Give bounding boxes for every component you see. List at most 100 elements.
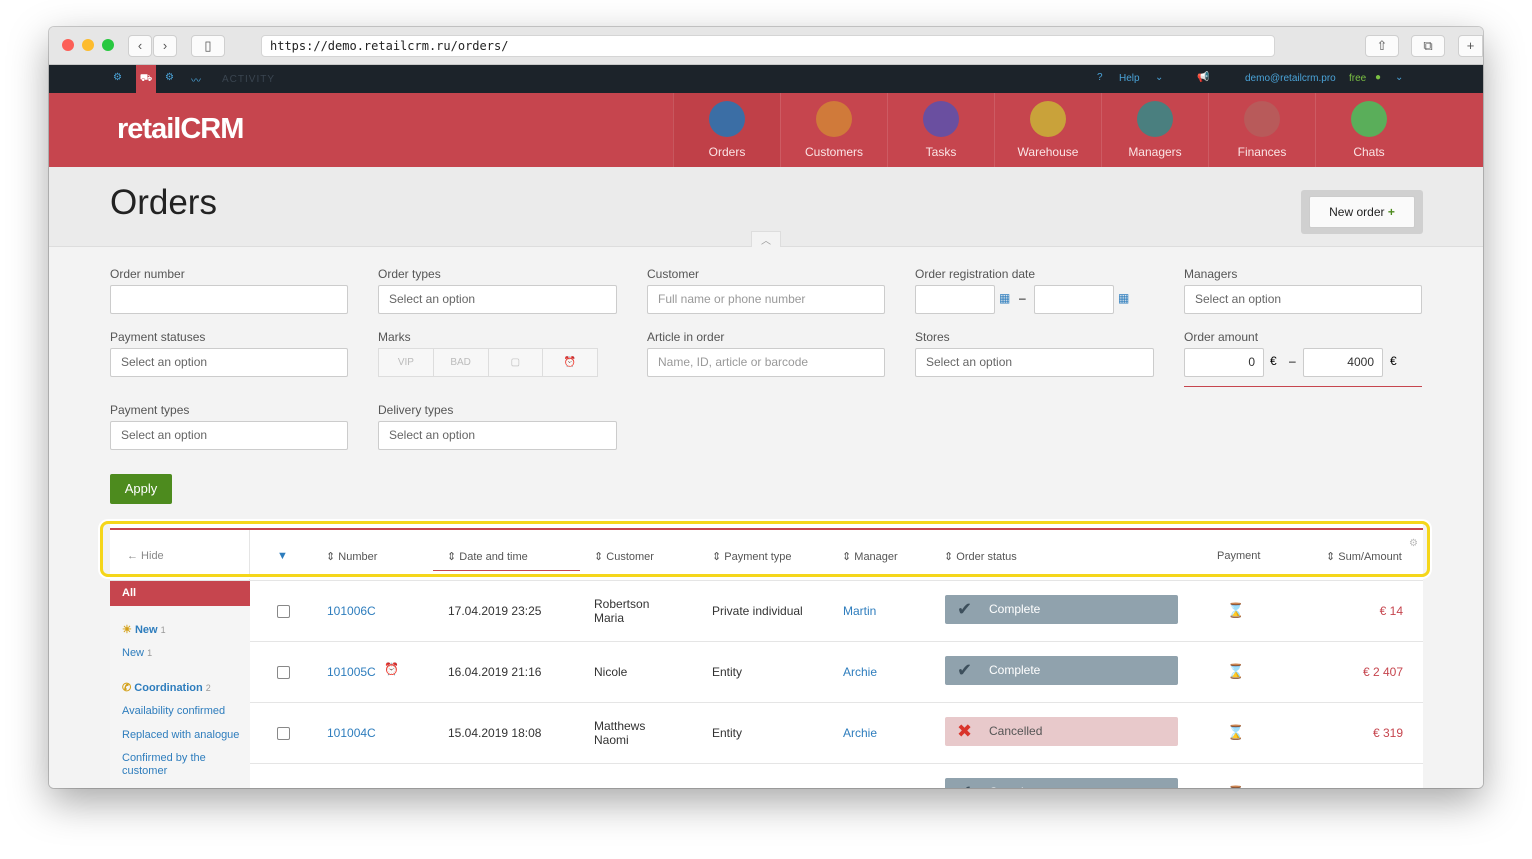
gear-icon[interactable]: ⚙: [113, 72, 122, 83]
vip-mark-toggle[interactable]: VIP: [379, 349, 434, 376]
status-badge[interactable]: ✔ Complete: [945, 595, 1178, 624]
table-row[interactable]: 101004C 15.04.2019 18:08 Matthews Naomi Ent…: [250, 703, 1423, 764]
date-from-input[interactable]: [915, 285, 995, 314]
settings-icon[interactable]: ⚙: [165, 72, 174, 83]
user-email[interactable]: demo@retailcrm.pro: [1245, 73, 1336, 84]
hourglass-icon[interactable]: ⌛: [1227, 663, 1244, 680]
customer-name[interactable]: Robertson Maria: [594, 597, 674, 625]
share-icon[interactable]: ⇧: [1365, 35, 1399, 57]
status-badge[interactable]: ✖ Cancelled: [945, 717, 1178, 746]
sidebar-group-new[interactable]: ☀ New 1: [122, 623, 166, 636]
sidebar-item-new-label: New: [122, 647, 145, 659]
tabs-icon[interactable]: ⧉: [1411, 35, 1445, 57]
table-row[interactable]: 101005C ⏰ 16.04.2019 21:16 Nicole Entity Arch…: [250, 642, 1423, 703]
table-row[interactable]: 101003C 14.04.2019 16:44 Allen Kirsty Priva…: [250, 764, 1423, 788]
amount-from-input[interactable]: 0: [1184, 348, 1264, 377]
order-sum: € 14: [1379, 604, 1403, 618]
check-icon: ✔: [957, 778, 972, 788]
payment-types-select[interactable]: Select an option: [110, 421, 348, 450]
stores-select[interactable]: Select an option: [915, 348, 1154, 377]
payment-statuses-select[interactable]: Select an option: [110, 348, 348, 377]
order-number-label: Order number: [110, 267, 185, 281]
sidebar-item-confirmed[interactable]: Confirmed by the customer: [122, 752, 247, 778]
url-bar[interactable]: https://demo.retailcrm.ru/orders/: [261, 35, 1275, 57]
megaphone-icon[interactable]: 📢: [1197, 72, 1209, 83]
chart-icon[interactable]: 〰: [191, 72, 201, 87]
help-link[interactable]: Help: [1119, 73, 1140, 84]
nav-item-finances[interactable]: Finances: [1208, 93, 1315, 167]
order-types-select[interactable]: Select an option: [378, 285, 617, 314]
forward-button[interactable]: ›: [153, 35, 177, 57]
chevron-down-icon[interactable]: ⌄: [1395, 72, 1403, 83]
activity-label[interactable]: ACTIVITY: [222, 74, 275, 85]
sidebar-item-all[interactable]: All: [110, 581, 250, 606]
calendar-icon[interactable]: ▦: [1118, 291, 1129, 305]
new-order-button[interactable]: New order +: [1309, 196, 1415, 228]
nav-item-tasks[interactable]: Tasks: [887, 93, 994, 167]
note-icon[interactable]: ▢: [489, 349, 544, 376]
help-icon[interactable]: ?: [1097, 72, 1103, 83]
person-icon: [816, 101, 852, 137]
date-to-input[interactable]: [1034, 285, 1114, 314]
back-button[interactable]: ‹: [128, 35, 152, 57]
customer-name[interactable]: Nicole: [594, 665, 674, 679]
table-row[interactable]: 101006C 17.04.2019 23:25 Robertson Maria Pr…: [250, 581, 1423, 642]
manager-link[interactable]: Karl: [843, 787, 864, 788]
hourglass-icon[interactable]: ⌛: [1227, 724, 1244, 741]
sidebar-item-replaced[interactable]: Replaced with analogue: [122, 729, 239, 741]
order-number-link[interactable]: 101003C: [327, 787, 376, 788]
chevron-down-icon[interactable]: ⌄: [1155, 72, 1163, 83]
amount-to-input[interactable]: 4000: [1303, 348, 1383, 377]
logo[interactable]: retailCRM: [117, 113, 244, 146]
customer-name[interactable]: Matthews Naomi: [594, 719, 674, 747]
minimize-window-button[interactable]: [82, 39, 94, 51]
sidebar-toggle-icon[interactable]: ▯: [191, 35, 225, 57]
collapse-icon[interactable]: ︿: [751, 231, 781, 247]
order-number-link[interactable]: 101004C: [327, 726, 376, 740]
status-badge[interactable]: ✔ Complete: [945, 656, 1178, 685]
order-types-label: Order types: [378, 267, 441, 281]
nav-item-orders[interactable]: Orders: [673, 93, 780, 167]
manager-link[interactable]: Archie: [843, 665, 877, 679]
customer-input[interactable]: Full name or phone number: [647, 285, 885, 314]
row-checkbox[interactable]: [277, 605, 290, 618]
sidebar-item-new[interactable]: New 1: [122, 647, 152, 659]
manager-link[interactable]: Archie: [843, 726, 877, 740]
nav-item-warehouse[interactable]: Warehouse: [994, 93, 1101, 167]
highlight-frame: [100, 521, 1430, 577]
order-number-link[interactable]: 101006C: [327, 604, 376, 618]
manager-link[interactable]: Martin: [843, 604, 876, 618]
nav-item-customers[interactable]: Customers: [780, 93, 887, 167]
reg-date-label: Order registration date: [915, 267, 1036, 281]
alarm-icon[interactable]: ⏰: [384, 662, 399, 676]
row-checkbox[interactable]: [277, 666, 290, 679]
hourglass-icon[interactable]: ⌛: [1227, 602, 1244, 619]
alarm-icon[interactable]: ⏰: [543, 349, 597, 376]
close-window-button[interactable]: [62, 39, 74, 51]
order-sum: € 2 407: [1362, 665, 1403, 679]
maximize-window-button[interactable]: [102, 39, 114, 51]
nav-item-managers[interactable]: Managers: [1101, 93, 1208, 167]
calendar-icon[interactable]: ▦: [999, 291, 1010, 305]
customer-name[interactable]: Allen Kirsty: [594, 787, 674, 788]
sidebar-group-coordination[interactable]: ✆ Coordination 2: [122, 681, 211, 694]
managers-select[interactable]: Select an option: [1184, 285, 1422, 314]
order-number-link[interactable]: 101005C: [327, 665, 376, 679]
nav-item-chats[interactable]: Chats: [1315, 93, 1422, 167]
cart-icon[interactable]: ⛟: [136, 65, 156, 93]
new-tab-button[interactable]: +: [1458, 35, 1483, 57]
browser-toolbar: ‹ › ▯ https://demo.retailcrm.ru/orders/ …: [49, 27, 1483, 65]
article-input[interactable]: Name, ID, article or barcode: [647, 348, 885, 377]
new-order-button-wrap: New order +: [1301, 190, 1423, 234]
bad-mark-toggle[interactable]: BAD: [434, 349, 489, 376]
apply-button[interactable]: Apply: [110, 474, 172, 504]
hourglass-icon[interactable]: ⌛: [1227, 785, 1244, 788]
order-number-input[interactable]: [110, 285, 348, 314]
amount-underline: [1184, 386, 1422, 387]
status-sidebar: All ☀ New 1 New 1 ✆ Coordination 2 Avail…: [110, 581, 250, 788]
sidebar-item-availability[interactable]: Availability confirmed: [122, 705, 225, 717]
row-checkbox[interactable]: [277, 727, 290, 740]
status-badge[interactable]: ✔ Complete: [945, 778, 1178, 788]
check-icon: ✔: [957, 599, 973, 619]
delivery-types-select[interactable]: Select an option: [378, 421, 617, 450]
